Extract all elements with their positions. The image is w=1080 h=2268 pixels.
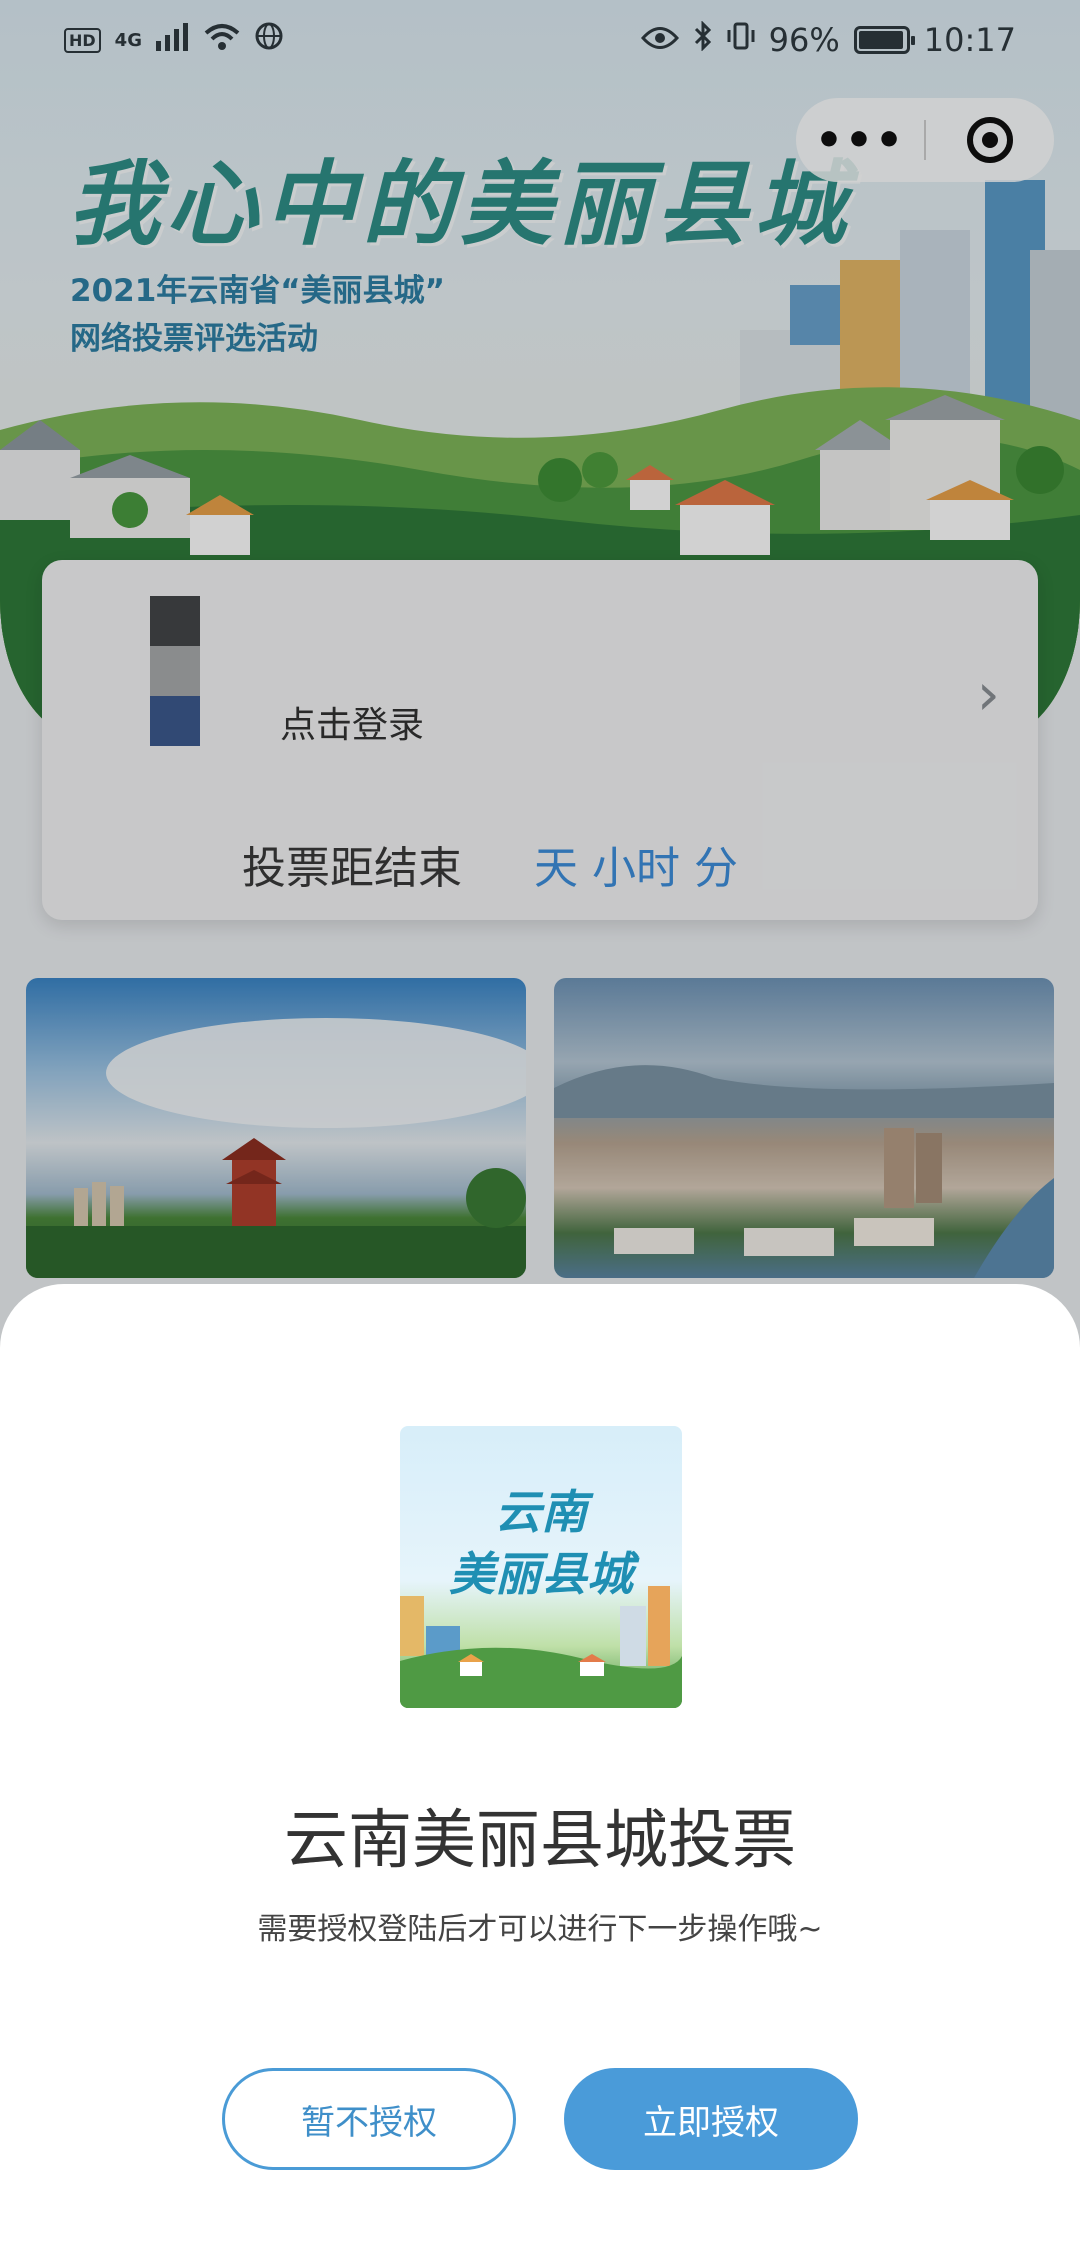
logo-text-line2: 美丽县城	[449, 1547, 633, 1601]
sheet-title: 云南美丽县城投票	[284, 1804, 796, 1878]
sheet-description: 需要授权登陆后才可以进行下一步操作哦~	[257, 1912, 823, 1947]
app-logo: 云南 美丽县城	[400, 1426, 682, 1708]
logo-text-line1: 云南	[495, 1485, 587, 1539]
deny-authorization-button[interactable]: 暂不授权	[222, 2068, 516, 2170]
authorization-sheet: 云南 美丽县城 云南美丽县城投票 需要授权登陆后才可以进行下一步操作哦~ 暂不授…	[0, 1284, 1080, 2268]
allow-authorization-button[interactable]: 立即授权	[564, 2068, 858, 2170]
